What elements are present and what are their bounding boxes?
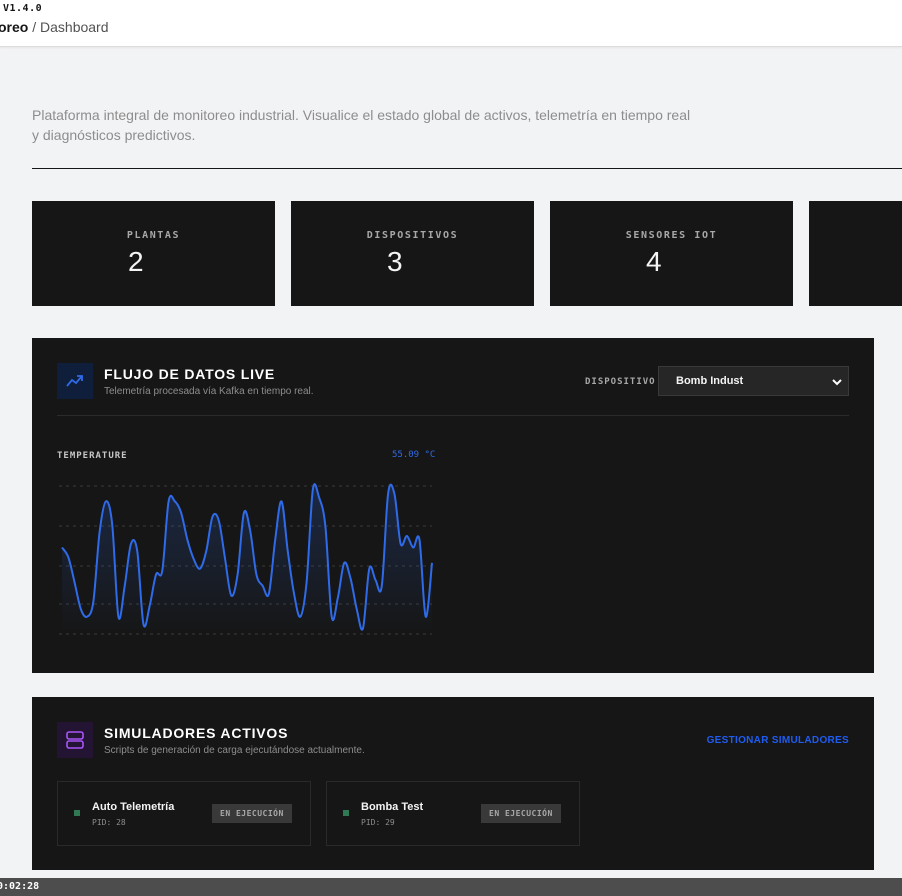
stat-label: DISPOSITIVOS <box>366 230 459 241</box>
metric-label: TEMPERATURE <box>57 451 128 461</box>
trending-up-icon <box>57 363 93 399</box>
simulator-pid: PID: 29 <box>361 818 395 827</box>
panel-subtitle: Telemetría procesada vía Kafka en tiempo… <box>104 386 314 397</box>
status-badge: EN EJECUCIÓN <box>212 804 292 823</box>
panel-title: SIMULADORES ACTIVOS <box>104 725 289 741</box>
panel-subtitle: Scripts de generación de carga ejecutánd… <box>104 745 365 756</box>
app-version: V1.4.0 <box>3 3 43 14</box>
stat-card-sensores: SENSORES IOT 4 <box>550 201 793 306</box>
simulator-card[interactable]: Bomba Test PID: 29 EN EJECUCIÓN <box>326 781 580 846</box>
panel-title: FLUJO DE DATOS LIVE <box>104 366 276 382</box>
page-description-line-1: Plataforma integral de monitoreo industr… <box>32 107 691 123</box>
device-select-value: Bomb Indust <box>676 375 744 387</box>
clock-bar: 0:02:28 <box>0 878 902 896</box>
simulator-name: Auto Telemetría <box>92 801 175 813</box>
top-bar: V1.4.0 oreo / Dashboard <box>0 0 902 47</box>
metric-value: 55.09 °C <box>392 450 436 460</box>
live-data-panel: FLUJO DE DATOS LIVE Telemetría procesada… <box>32 338 874 673</box>
simulator-name: Bomba Test <box>361 801 424 813</box>
section-divider <box>32 168 902 169</box>
clock-readout: 0:02:28 <box>0 881 40 892</box>
stat-card-partial <box>809 201 902 306</box>
breadcrumb-root[interactable]: oreo <box>0 19 28 35</box>
server-stack-icon <box>57 722 93 758</box>
temperature-chart <box>59 483 433 635</box>
device-label: DISPOSITIVO <box>585 377 656 387</box>
status-indicator <box>74 810 80 816</box>
page-description-line-2: y diagnósticos predictivos. <box>32 127 196 143</box>
stat-label: SENSORES IOT <box>625 230 718 241</box>
status-indicator <box>343 810 349 816</box>
breadcrumb: oreo / Dashboard <box>0 19 109 35</box>
simulators-panel: SIMULADORES ACTIVOS Scripts de generació… <box>32 697 874 870</box>
stat-value: 4 <box>646 246 662 277</box>
page-description: Plataforma integral de monitoreo industr… <box>32 105 732 145</box>
breadcrumb-separator: / <box>28 19 41 35</box>
panel-divider <box>57 415 849 416</box>
status-badge: EN EJECUCIÓN <box>481 804 561 823</box>
manage-simulators-link[interactable]: GESTIONAR SIMULADORES <box>707 735 849 746</box>
simulator-card[interactable]: Auto Telemetría PID: 28 EN EJECUCIÓN <box>57 781 311 846</box>
stat-value: 3 <box>387 246 403 277</box>
stat-card-dispositivos: DISPOSITIVOS 3 <box>291 201 534 306</box>
chevron-down-icon <box>832 379 842 386</box>
breadcrumb-current: Dashboard <box>40 19 109 35</box>
stat-card-plantas: PLANTAS 2 <box>32 201 275 306</box>
simulator-pid: PID: 28 <box>92 818 126 827</box>
stat-value: 2 <box>128 246 144 277</box>
stat-label: PLANTAS <box>126 230 181 241</box>
device-select[interactable]: Bomb Indust <box>658 366 849 396</box>
